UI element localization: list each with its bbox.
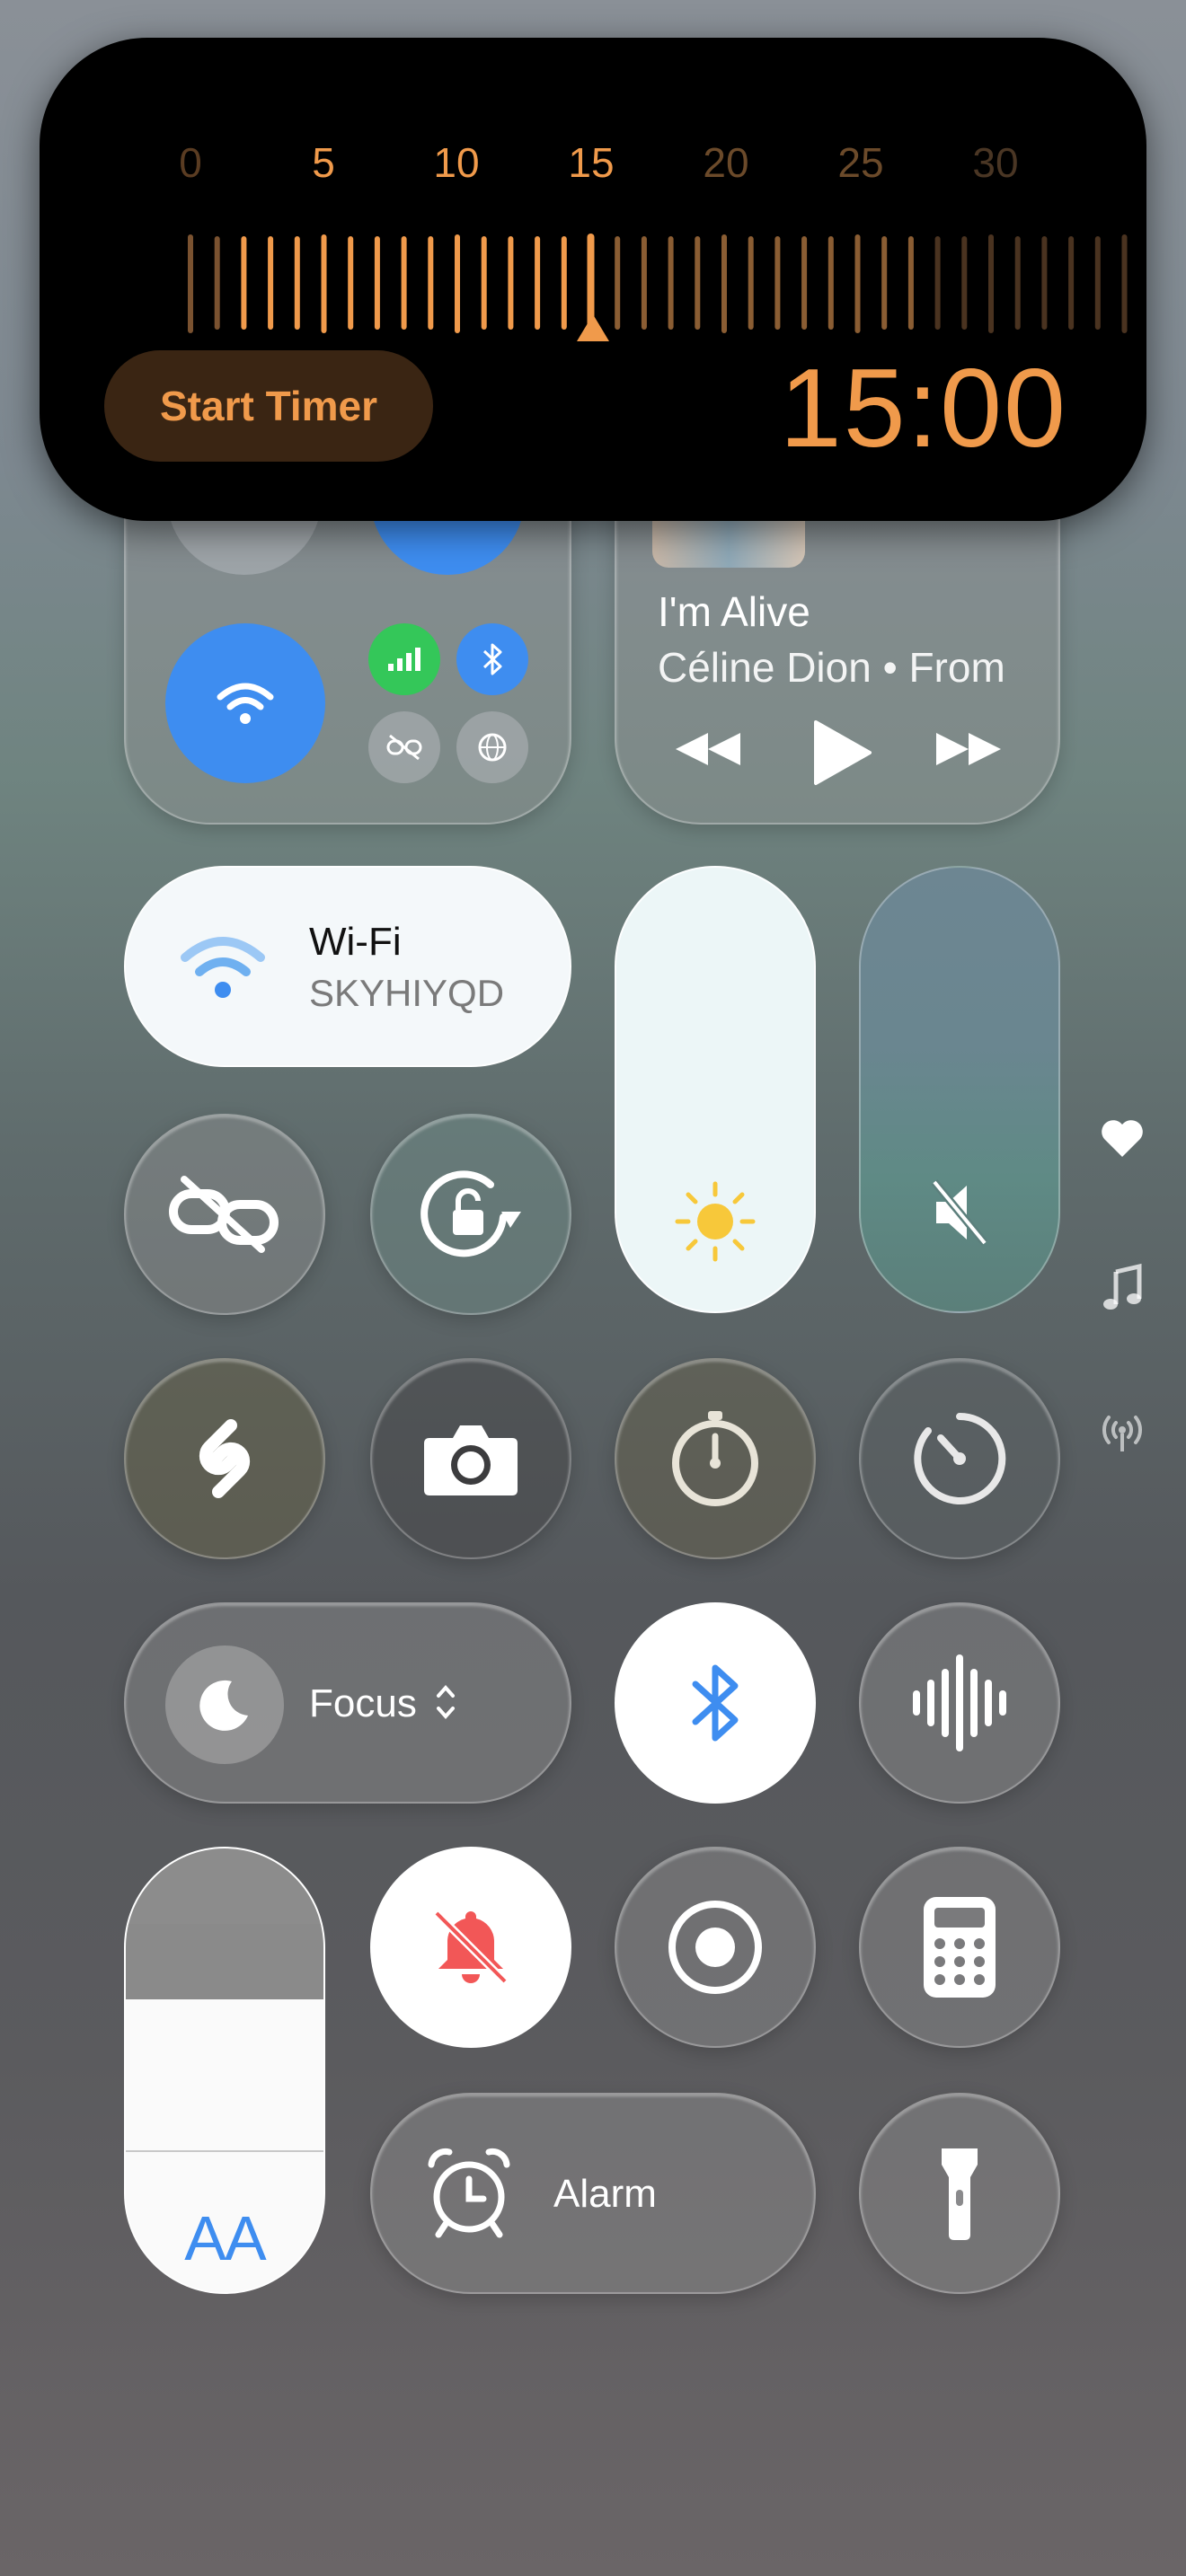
page-indicator-connectivity[interactable] [1098, 1410, 1146, 1453]
silent-mode-button[interactable] [370, 1847, 571, 2048]
ruler-label-20: 20 [703, 139, 749, 186]
waveform-icon [913, 1654, 1006, 1751]
speaker-muted-icon [931, 1179, 988, 1246]
focus-label: Focus [309, 1681, 417, 1725]
record-icon [668, 1901, 762, 1994]
start-timer-button[interactable]: Start Timer [104, 350, 433, 462]
timer-ruler[interactable] [174, 199, 1146, 334]
hotspot-icon [386, 734, 422, 761]
screen-mirroring-icon [169, 1176, 279, 1253]
fast-forward-icon [936, 733, 1001, 765]
alarm-clock-icon [428, 2148, 510, 2238]
alarm-icon-wrap [424, 2145, 514, 2242]
text-size-step [126, 1999, 323, 2077]
stopwatch-button[interactable] [615, 1358, 816, 1559]
ruler-label-15: 15 [568, 139, 615, 186]
wifi-toggle-button[interactable] [165, 623, 325, 783]
camera-icon [424, 1425, 518, 1495]
fast-forward-button[interactable] [933, 729, 1005, 769]
sound-recognition-button[interactable] [859, 1602, 1060, 1804]
orientation-lock-icon [420, 1170, 521, 1257]
rewind-icon [676, 733, 740, 765]
play-button[interactable] [810, 719, 873, 787]
timer-island[interactable]: 0 5 10 15 20 25 30 Start Timer 15:00 [40, 38, 1146, 521]
bluetooth-icon [692, 1664, 739, 1742]
shazam-button[interactable] [124, 1358, 325, 1559]
focus-moon-badge [165, 1645, 284, 1764]
ruler-label-5: 5 [312, 139, 335, 186]
ruler-label-30: 30 [972, 139, 1019, 186]
screen-mirroring-button[interactable] [124, 1114, 325, 1315]
personal-hotspot-button[interactable] [368, 711, 440, 783]
camera-button[interactable] [370, 1358, 571, 1559]
timer-button[interactable] [859, 1358, 1060, 1559]
page-indicator-favorites[interactable] [1100, 1117, 1145, 1159]
cellular-data-button[interactable] [368, 623, 440, 695]
page-indicator-music[interactable] [1102, 1263, 1143, 1313]
brightness-sun [672, 1178, 758, 1265]
moon-icon [199, 1680, 248, 1731]
wifi-network-name: SKYHIYQD [309, 972, 505, 1014]
pointer-triangle-icon [577, 314, 609, 341]
music-note-icon [1103, 1263, 1142, 1310]
chevron-up-down-icon [437, 1684, 455, 1720]
flashlight-icon [942, 2148, 978, 2240]
calculator-icon [924, 1897, 996, 1998]
ruler-label-0: 0 [179, 139, 202, 186]
bluetooth-icon [482, 643, 502, 675]
wifi-label: Wi-Fi [309, 920, 402, 964]
wifi-tile-icon [180, 934, 266, 1002]
vpn-button[interactable] [456, 711, 528, 783]
vpn-icon [478, 733, 507, 762]
alarm-label: Alarm [553, 2172, 657, 2216]
text-size-label: AA [184, 2203, 266, 2273]
flashlight-button[interactable] [859, 2093, 1060, 2294]
heart-icon [1102, 1120, 1143, 1157]
screen-recording-button[interactable] [615, 1847, 816, 2048]
wifi-icon [181, 937, 265, 998]
focus-chevron [435, 1683, 456, 1721]
selection-pointer [575, 313, 611, 343]
bluetooth-button[interactable] [615, 1602, 816, 1804]
shazam-icon [199, 1419, 251, 1498]
track-title: I'm Alive [658, 588, 810, 635]
text-size-step [126, 1848, 323, 1926]
text-size-step [126, 2075, 323, 2152]
rewind-button[interactable] [672, 729, 744, 769]
timer-readout: 15:00 [779, 347, 1067, 471]
ruler-label-25: 25 [837, 139, 884, 186]
text-size-step [126, 1924, 323, 2001]
track-artist: Céline Dion • From [658, 644, 1005, 691]
volume-mute-icon-wrap [927, 1177, 992, 1248]
wifi-icon [217, 683, 274, 724]
orientation-lock-button[interactable] [370, 1114, 571, 1315]
play-icon [814, 720, 872, 785]
text-size-slider[interactable]: AA [124, 1847, 325, 2294]
sun-icon [675, 1181, 756, 1262]
antenna-icon [1102, 1416, 1143, 1451]
ruler-label-10: 10 [433, 139, 480, 186]
stopwatch-icon [672, 1411, 758, 1506]
bell-slash-icon [433, 1910, 509, 1985]
timer-icon [914, 1412, 1006, 1504]
bluetooth-toggle-small[interactable] [456, 623, 528, 695]
calculator-button[interactable] [859, 1847, 1060, 2048]
cellular-icon [388, 648, 420, 671]
